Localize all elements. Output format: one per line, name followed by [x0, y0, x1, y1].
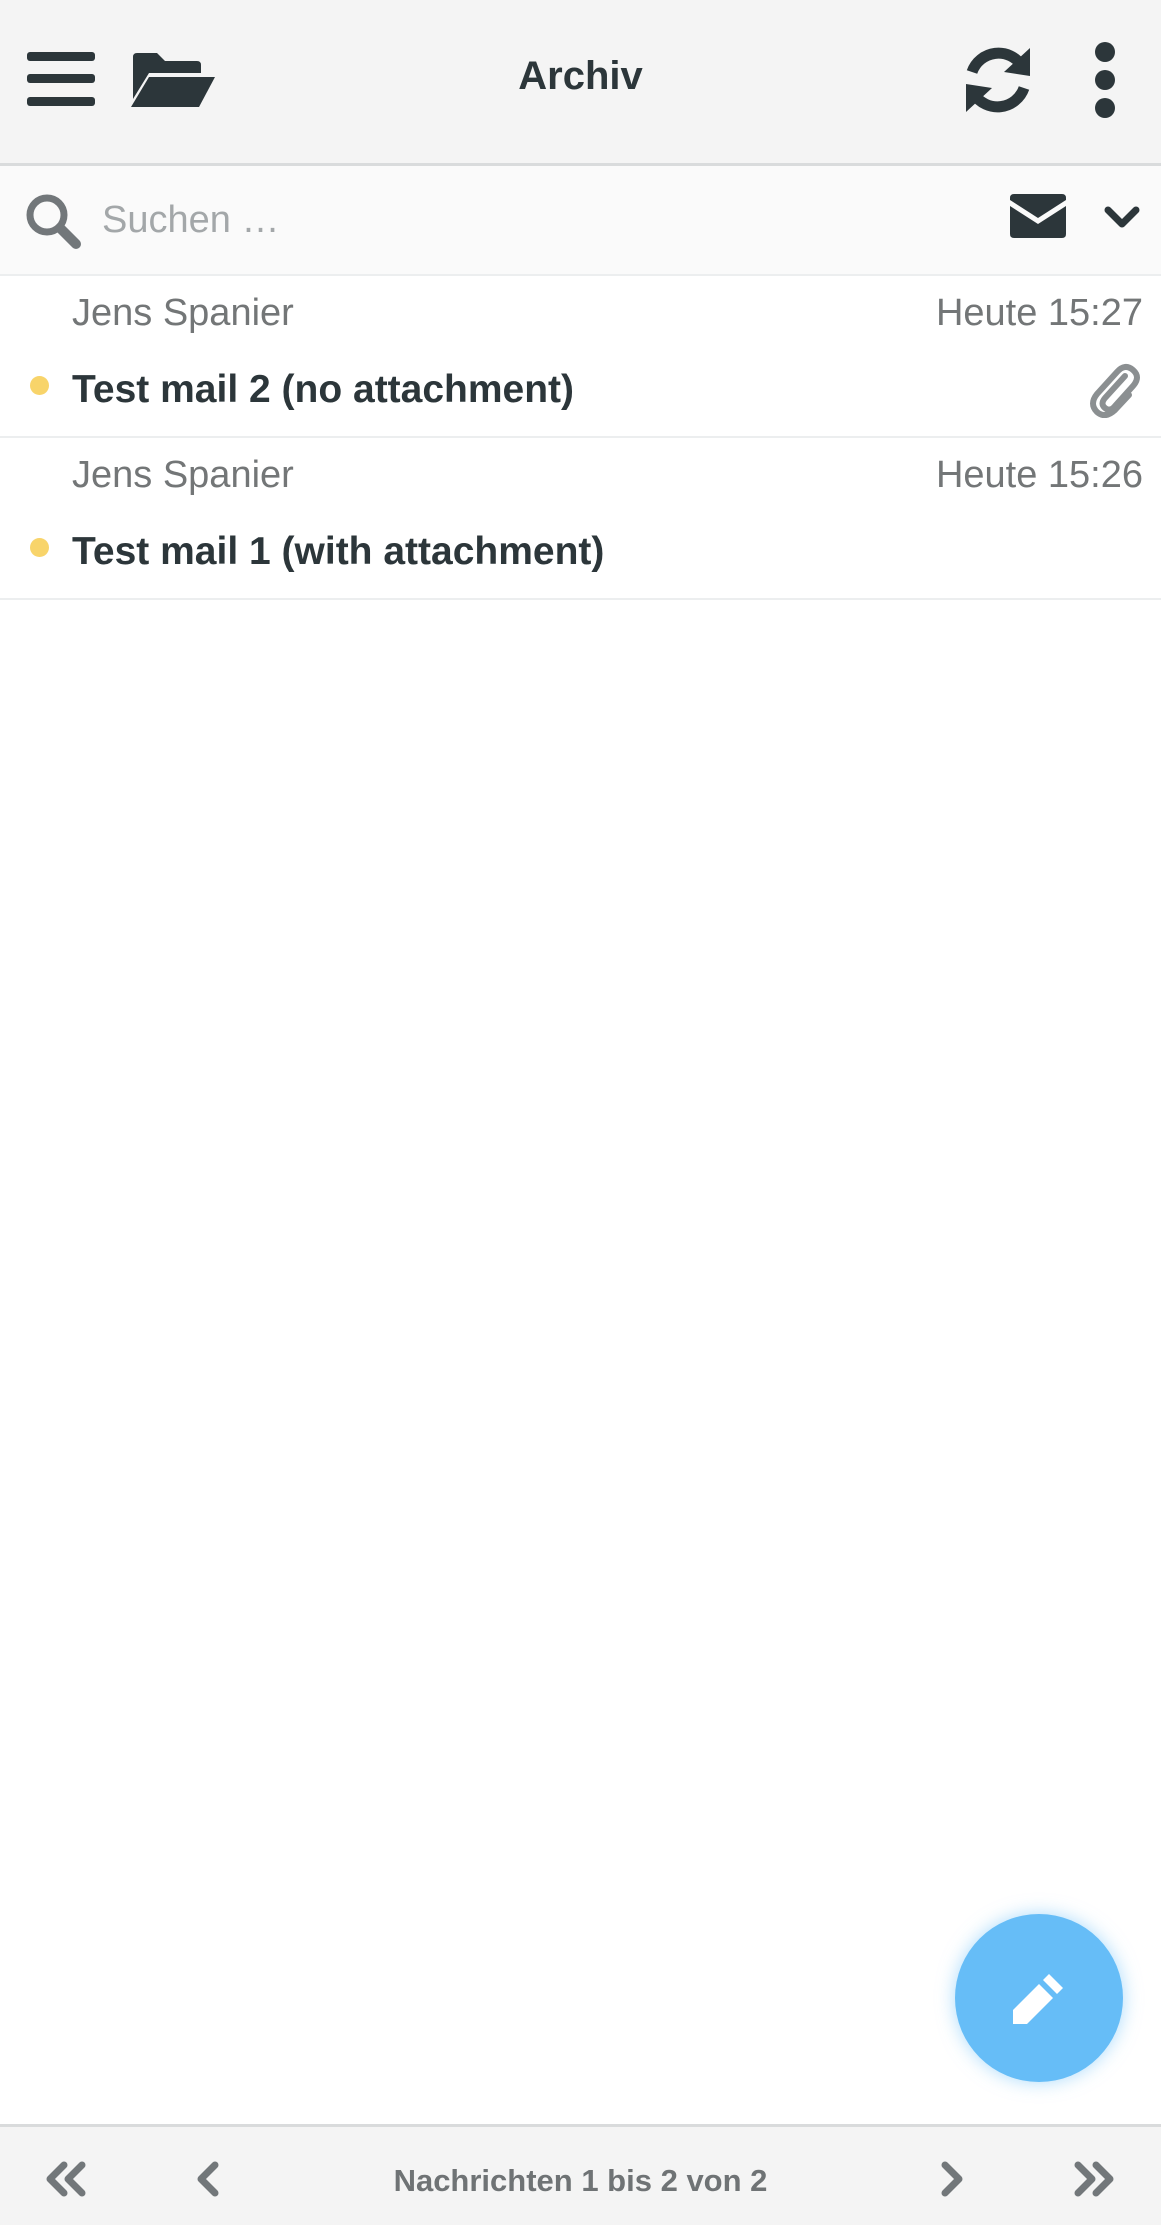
message-row[interactable]: Jens Spanier Heute 15:27 Test mail 2 (no… [0, 276, 1161, 438]
double-chevron-right-icon [1074, 2161, 1114, 2197]
refresh-button[interactable] [958, 40, 1038, 120]
message-subject: Test mail 1 (with attachment) [72, 530, 605, 573]
pagination-bar: Nachrichten 1 bis 2 von 2 [0, 2124, 1161, 2225]
pagination-label: Nachrichten 1 bis 2 von 2 [393, 2163, 768, 2198]
header-bar: Archiv [0, 0, 1161, 166]
paperclip-icon [1089, 360, 1141, 423]
message-subject: Test mail 2 (no attachment) [72, 368, 575, 411]
unread-indicator [30, 538, 49, 557]
compose-button[interactable] [955, 1914, 1123, 2082]
last-page-button[interactable] [1064, 2149, 1124, 2209]
message-date: Heute 15:27 [935, 292, 1143, 334]
chevron-down-icon[interactable] [1104, 206, 1140, 235]
search-icon[interactable] [24, 192, 82, 255]
envelope-icon[interactable] [1010, 194, 1066, 243]
vertical-dots-icon [1095, 42, 1115, 118]
message-row[interactable]: Jens Spanier Heute 15:26 Test mail 1 (wi… [0, 438, 1161, 600]
message-date: Heute 15:26 [935, 454, 1143, 496]
chevron-right-icon [941, 2161, 963, 2197]
refresh-icon [966, 47, 1030, 113]
message-sender: Jens Spanier [72, 454, 294, 496]
mail-app: Archiv Suchen … Jens Spanier Heute 15:27… [0, 0, 1161, 2225]
pencil-icon [1013, 1974, 1063, 2024]
next-page-button[interactable] [922, 2149, 982, 2209]
search-input[interactable] [102, 188, 962, 252]
message-sender: Jens Spanier [72, 292, 294, 334]
unread-indicator [30, 376, 49, 395]
more-options-button[interactable] [1080, 40, 1130, 120]
search-bar [0, 166, 1161, 276]
